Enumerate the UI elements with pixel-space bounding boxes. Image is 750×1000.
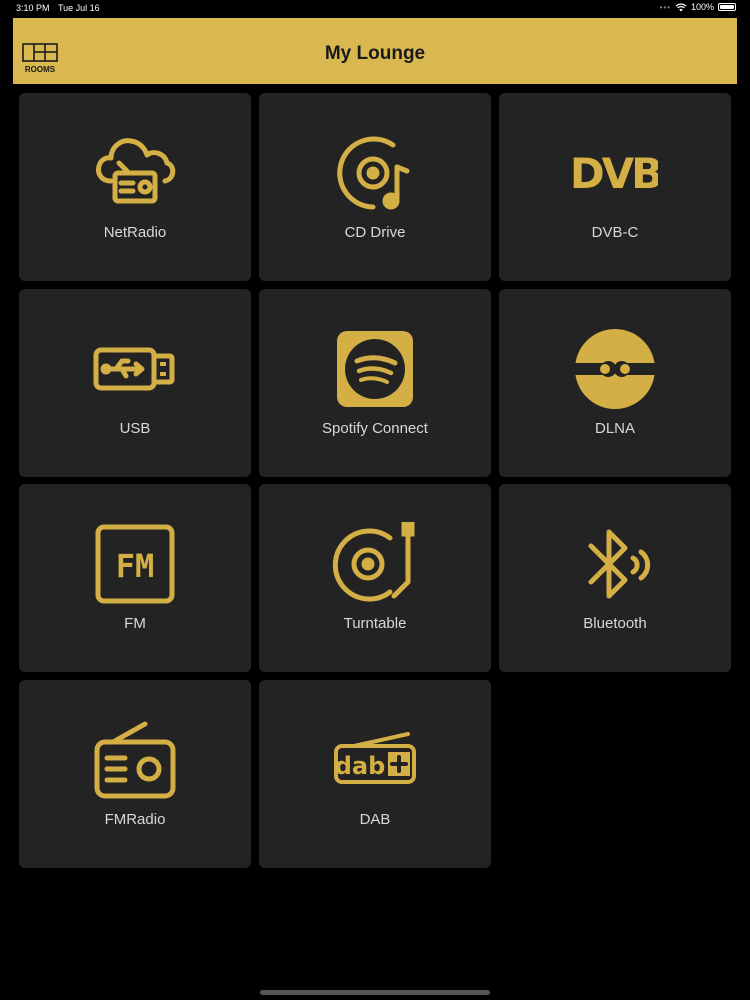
tile-bluetooth[interactable]: Bluetooth [499,484,731,672]
tile-turntable[interactable]: Turntable [259,484,491,672]
tile-label: USB [119,420,151,437]
tile-spotify-connect[interactable]: Spotify Connect [259,289,491,477]
tile-dlna[interactable]: DLNA [499,289,731,477]
status-right: ••• 100% [660,2,736,12]
tile-fmradio[interactable]: FMRadio [19,680,251,868]
usb-icon [90,327,180,411]
tile-dab[interactable]: dab DAB [259,680,491,868]
tile-label: DLNA [594,420,635,437]
wifi-icon [675,3,687,12]
status-time: 3:10 PM [16,3,50,13]
tile-label: NetRadio [103,224,167,241]
page-title: My Lounge [324,43,426,64]
tile-label: FM [124,615,146,632]
spotify-icon [330,327,420,411]
status-date: Tue Jul 16 [58,3,100,13]
battery-icon [718,3,736,11]
tile-fm[interactable]: FM FM [19,484,251,672]
cd-drive-icon [330,131,420,215]
fm-icon: FM [90,522,180,606]
svg-text:DVB: DVB [572,150,658,196]
turntable-icon [330,522,420,606]
status-bar: 3:10 PM Tue Jul 16 ••• 100% [0,0,750,16]
multitask-dots-icon: ••• [659,2,671,12]
tile-label: DAB [359,811,391,828]
home-indicator[interactable] [260,990,490,995]
tile-label: Spotify Connect [322,420,428,437]
bluetooth-icon [570,522,660,606]
fm-radio-icon [90,718,180,802]
header-bar: ROOMS My Lounge [13,18,737,84]
tile-label: Turntable [343,615,407,632]
svg-text:dab: dab [335,752,386,780]
dvb-icon: DVB [570,131,660,215]
svg-text:FM: FM [116,547,155,585]
tile-label: FMRadio [104,811,166,828]
dab-icon: dab [330,718,420,802]
tile-label: CD Drive [344,224,406,241]
battery-percent: 100% [690,2,714,12]
tile-dvb-c[interactable]: DVB DVB-C [499,93,731,281]
cloud-radio-icon [90,131,180,215]
tile-netradio[interactable]: NetRadio [19,93,251,281]
logo-text: ROOMS [25,65,56,74]
tile-usb[interactable]: USB [19,289,251,477]
tile-label: DVB-C [591,224,639,241]
dlna-icon [570,327,660,411]
tile-cd-drive[interactable]: CD Drive [259,93,491,281]
tile-label: Bluetooth [583,615,647,632]
